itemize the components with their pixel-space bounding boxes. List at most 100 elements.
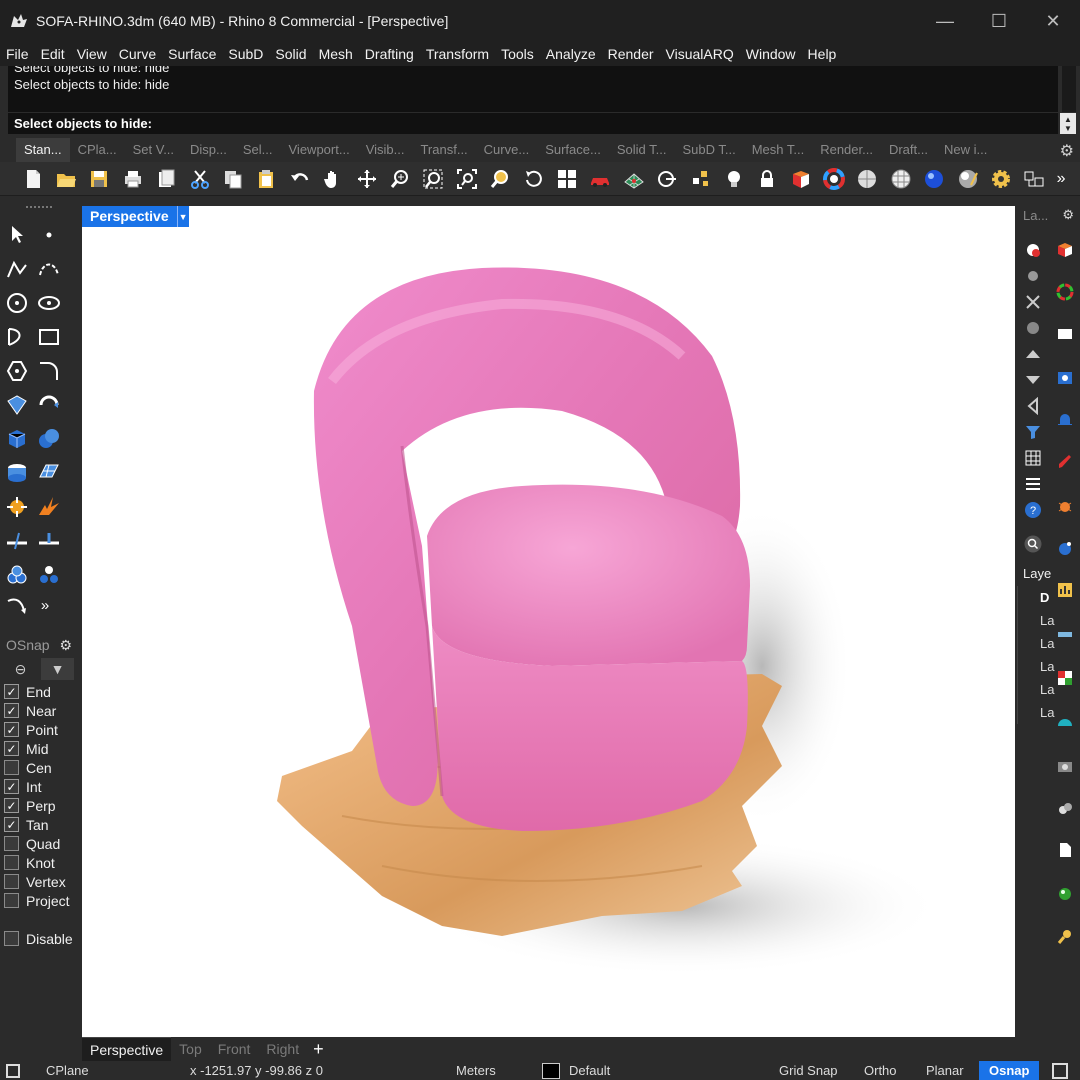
material-icon[interactable] xyxy=(784,164,817,194)
trim-icon[interactable] xyxy=(34,526,64,556)
color-wheel-icon[interactable] xyxy=(817,164,850,194)
new-file-icon[interactable] xyxy=(16,164,49,194)
vp-tab-top[interactable]: Top xyxy=(171,1037,210,1061)
box-solid-icon[interactable] xyxy=(2,424,32,454)
split-icon[interactable] xyxy=(2,526,32,556)
tab-subd-tools[interactable]: SubD T... xyxy=(674,138,743,162)
group-icon[interactable] xyxy=(2,560,32,590)
snapshot-icon[interactable] xyxy=(1053,796,1077,820)
osnap-checkbox[interactable] xyxy=(4,855,19,870)
vp-tab-front[interactable]: Front xyxy=(210,1037,259,1061)
light-bulb-icon[interactable] xyxy=(717,164,750,194)
grid-snap-toggle[interactable]: Grid Snap xyxy=(779,1063,838,1078)
osnap-checkbox[interactable] xyxy=(4,893,19,908)
open-folder-icon[interactable] xyxy=(49,164,82,194)
command-history[interactable]: Select objects to hide: hide Select obje… xyxy=(8,66,1058,112)
tab-transform[interactable]: Transf... xyxy=(412,138,475,162)
key-icon[interactable] xyxy=(1053,924,1077,948)
ellipse-icon[interactable] xyxy=(34,288,64,318)
move-down-icon[interactable] xyxy=(1021,368,1045,392)
paste-icon[interactable] xyxy=(250,164,283,194)
viewport-title[interactable]: Perspective xyxy=(82,206,177,227)
menu-visualarq[interactable]: VisualARQ xyxy=(664,46,742,62)
osnap-item-perp[interactable]: ✓ Perp xyxy=(0,796,78,815)
rectangle-icon[interactable] xyxy=(34,322,64,352)
tab-surface-tools[interactable]: Surface... xyxy=(537,138,609,162)
list-view-icon[interactable] xyxy=(1021,472,1045,496)
layout-icon[interactable] xyxy=(1018,164,1051,194)
explode-burst-icon[interactable] xyxy=(34,492,64,522)
ruler-icon[interactable] xyxy=(1053,622,1077,646)
zoom-extents-icon[interactable] xyxy=(450,164,483,194)
menu-subd[interactable]: SubD xyxy=(226,46,271,62)
boolean-solid-icon[interactable] xyxy=(34,424,64,454)
tab-standard[interactable]: Stan... xyxy=(16,138,70,162)
osnap-item-knot[interactable]: Knot xyxy=(0,853,78,872)
menu-window[interactable]: Window xyxy=(744,46,804,62)
camera-icon[interactable] xyxy=(1053,754,1077,778)
osnap-tab-icon[interactable]: ⊖ xyxy=(4,658,37,680)
osnap-item-point[interactable]: ✓ Point xyxy=(0,720,78,739)
osnap-checkbox[interactable] xyxy=(4,874,19,889)
render-sphere-icon[interactable] xyxy=(918,164,951,194)
tab-display[interactable]: Disp... xyxy=(182,138,235,162)
osnap-disable-row[interactable]: Disable xyxy=(0,929,78,948)
command-prompt[interactable]: Select objects to hide: xyxy=(8,113,1058,134)
color-icon[interactable] xyxy=(1053,280,1077,304)
osnap-checkbox[interactable]: ✓ xyxy=(4,817,19,832)
sphere-icon[interactable] xyxy=(851,164,884,194)
menu-tools[interactable]: Tools xyxy=(499,46,542,62)
osnap-checkbox[interactable]: ✓ xyxy=(4,741,19,756)
osnap-checkbox[interactable]: ✓ xyxy=(4,703,19,718)
vp-tab-right[interactable]: Right xyxy=(258,1037,307,1061)
named-views-icon[interactable] xyxy=(1053,366,1077,390)
document-icon[interactable] xyxy=(1053,838,1077,862)
surface-icon[interactable] xyxy=(2,390,32,420)
osnap-settings-gear-icon[interactable]: ⚙ xyxy=(59,637,72,654)
cut-icon[interactable] xyxy=(183,164,216,194)
ungroup-icon[interactable] xyxy=(34,560,64,590)
properties-icon[interactable] xyxy=(1053,238,1077,262)
save-icon[interactable] xyxy=(83,164,116,194)
zoom-icon[interactable] xyxy=(383,164,416,194)
point-icon[interactable] xyxy=(34,220,64,250)
tab-cplanes[interactable]: CPla... xyxy=(70,138,125,162)
planar-toggle[interactable]: Planar xyxy=(926,1063,964,1078)
menu-render[interactable]: Render xyxy=(606,46,662,62)
lock-icon[interactable] xyxy=(751,164,784,194)
minimize-button[interactable]: — xyxy=(918,0,972,42)
layer-objects-icon[interactable] xyxy=(1021,238,1045,262)
points-icon[interactable] xyxy=(684,164,717,194)
osnap-checkbox[interactable]: ✓ xyxy=(4,722,19,737)
explode-icon[interactable] xyxy=(2,492,32,522)
circle-icon[interactable] xyxy=(2,288,32,318)
toolbar-more-icon[interactable]: » xyxy=(1051,164,1071,194)
select-arrow-icon[interactable] xyxy=(2,220,32,250)
menu-analyze[interactable]: Analyze xyxy=(544,46,604,62)
layer-material-icon[interactable] xyxy=(1021,316,1045,340)
palette-grip[interactable] xyxy=(26,206,52,210)
layer-row[interactable]: D xyxy=(1017,586,1051,609)
osnap-item-project[interactable]: Project xyxy=(0,891,78,910)
osnap-item-mid[interactable]: ✓ Mid xyxy=(0,739,78,758)
osnap-item-cen[interactable]: Cen xyxy=(0,758,78,777)
layer-row[interactable]: La xyxy=(1017,655,1054,678)
osnap-item-quad[interactable]: Quad xyxy=(0,834,78,853)
polyline-icon[interactable] xyxy=(2,254,32,284)
vp-tab-perspective[interactable]: Perspective xyxy=(82,1037,172,1061)
right-panel-gear-icon[interactable]: ⚙ xyxy=(1062,207,1074,223)
cplane-icon[interactable] xyxy=(650,164,683,194)
tab-set-view[interactable]: Set V... xyxy=(125,138,182,162)
search-icon[interactable] xyxy=(1019,530,1047,558)
layer-row[interactable]: La xyxy=(1017,632,1054,655)
gear-yellow-icon[interactable] xyxy=(984,164,1017,194)
tab-visibility[interactable]: Visib... xyxy=(358,138,413,162)
close-button[interactable]: ✕ xyxy=(1026,0,1080,42)
notifications-icon[interactable] xyxy=(1053,408,1077,432)
menu-surface[interactable]: Surface xyxy=(166,46,224,62)
four-viewports-icon[interactable] xyxy=(550,164,583,194)
osnap-disable-checkbox[interactable] xyxy=(4,931,19,946)
grid-view-icon[interactable] xyxy=(1021,446,1045,470)
osnap-checkbox[interactable]: ✓ xyxy=(4,779,19,794)
arc-icon[interactable] xyxy=(2,322,32,352)
